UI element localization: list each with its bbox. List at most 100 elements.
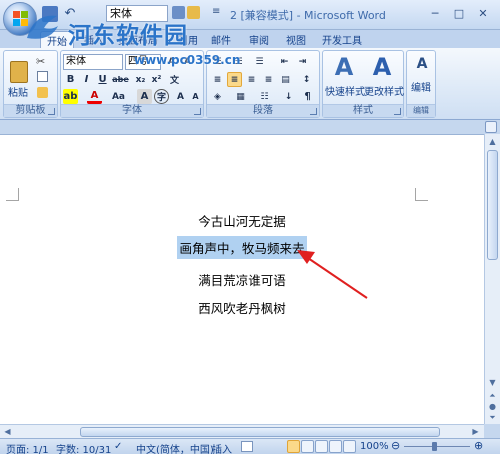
edit-label[interactable]: 编辑 (411, 79, 431, 94)
bold-button[interactable]: B (63, 72, 78, 87)
zoom-in-icon[interactable]: ⊕ (474, 439, 483, 452)
document-line[interactable]: 满目荒凉谁可语 (0, 268, 484, 291)
insert-mode[interactable]: 插入 (212, 441, 232, 454)
scroll-left-icon[interactable]: ◀ (2, 426, 13, 437)
ruler-area (0, 120, 500, 134)
change-case-icon[interactable]: Aa (111, 89, 126, 104)
sort-icon[interactable]: ↓ (281, 89, 296, 104)
multilevel-list-icon[interactable]: ☰ (252, 54, 267, 69)
shrink-font-icon[interactable]: A (188, 89, 203, 104)
outline-view-button[interactable] (329, 440, 342, 453)
paste-icon[interactable] (187, 6, 200, 19)
copy-icon[interactable] (37, 71, 48, 82)
clipboard-launcher[interactable] (48, 108, 55, 115)
font-name-box[interactable]: 宋体 (63, 54, 123, 70)
watermark-logo-icon (27, 15, 58, 39)
scroll-right-icon[interactable]: ▶ (470, 426, 481, 437)
align-right-icon[interactable]: ≡ (244, 72, 259, 87)
paste-label[interactable]: 粘贴 (8, 84, 28, 99)
vertical-scroll-thumb[interactable] (487, 150, 498, 260)
margin-mark-tl (6, 188, 19, 201)
previous-page-icon[interactable]: ⏶ (487, 390, 498, 401)
draft-view-button[interactable] (343, 440, 356, 453)
document-line-selected[interactable]: 画角声中，牧马频来去 (0, 236, 484, 259)
macro-record-icon[interactable] (241, 441, 253, 452)
select-browse-object-icon[interactable]: ● (487, 401, 498, 412)
font-launcher[interactable] (194, 108, 201, 115)
word-count[interactable]: 字数: 10/31 (56, 441, 111, 454)
scroll-down-icon[interactable]: ▼ (487, 377, 498, 388)
paste-big-icon[interactable] (10, 61, 28, 83)
horizontal-scroll-thumb[interactable] (80, 427, 440, 437)
page-count[interactable]: 页面: 1/1 (6, 441, 49, 454)
increase-indent-icon[interactable]: ⇥ (295, 54, 310, 69)
zoom-level[interactable]: 100% (360, 441, 389, 452)
pinyin-button[interactable]: 文 (167, 72, 182, 87)
styles-launcher[interactable] (394, 108, 401, 115)
red-arrow-annotation (297, 250, 368, 299)
styles-group-label: 样式 (323, 104, 403, 117)
change-style-icon[interactable]: A (369, 53, 395, 81)
edit-icon[interactable]: A (409, 53, 435, 81)
superscript-button[interactable]: x² (149, 72, 164, 87)
grow-font-small-icon[interactable]: A (173, 89, 188, 104)
paragraph-launcher[interactable] (310, 108, 317, 115)
watermark-url: www.pc0359.cn (134, 53, 241, 67)
minimize-button[interactable]: ─ (424, 4, 446, 22)
editing-group: A 编辑 编辑 (406, 50, 436, 118)
maximize-button[interactable]: □ (448, 4, 470, 22)
distributed-icon[interactable]: ▤ (278, 72, 293, 87)
close-button[interactable]: ✕ (472, 4, 494, 22)
customize-qat-icon[interactable]: ≡ (212, 6, 220, 17)
zoom-slider-knob[interactable] (432, 442, 437, 451)
margin-mark-tr (415, 188, 428, 201)
tab-view[interactable]: 视图 (280, 31, 312, 48)
window-title: 2 [兼容模式] - Microsoft Word (230, 9, 386, 22)
tab-mailings[interactable]: 邮件 (205, 31, 237, 48)
document-line[interactable]: 西风吹老丹枫树 (0, 296, 484, 319)
enclose-characters-icon[interactable]: 字 (154, 89, 169, 104)
highlight-color-icon[interactable]: ab (63, 89, 78, 104)
zoom-out-icon[interactable]: ⊖ (391, 439, 400, 452)
strikethrough-button[interactable]: abe (112, 72, 129, 87)
subscript-button[interactable]: x₂ (133, 72, 148, 87)
underline-button[interactable]: U (95, 72, 110, 87)
cut-icon[interactable]: ✂ (36, 55, 45, 68)
full-screen-reading-view-button[interactable] (301, 440, 314, 453)
chinese-layout-icon[interactable]: ☷ (257, 89, 272, 104)
quick-style-icon[interactable]: A (331, 53, 357, 81)
decrease-indent-icon[interactable]: ⇤ (277, 54, 292, 69)
line-spacing-icon[interactable]: ↕ (299, 72, 314, 87)
align-left-icon[interactable]: ≡ (210, 72, 225, 87)
justify-icon[interactable]: ≡ (261, 72, 276, 87)
borders-icon[interactable]: ▦ (233, 89, 248, 104)
character-shading-icon[interactable]: A (137, 89, 152, 104)
zoom-slider-track[interactable] (404, 446, 470, 447)
tab-developer[interactable]: 开发工具 (316, 31, 368, 48)
tab-review[interactable]: 审阅 (243, 31, 275, 48)
next-page-icon[interactable]: ⏷ (487, 412, 498, 423)
vertical-scrollbar[interactable]: ▲ ▼ ⏶ ● ⏷ (484, 134, 500, 424)
editing-group-label: 编辑 (407, 104, 435, 117)
print-layout-view-button[interactable] (287, 440, 300, 453)
shading-icon[interactable]: ◈ (210, 89, 225, 104)
web-layout-view-button[interactable] (315, 440, 328, 453)
italic-button[interactable]: I (79, 72, 94, 87)
font-color-icon[interactable]: A (87, 89, 102, 104)
quick-style-label[interactable]: 快速样式 (325, 83, 365, 98)
document-area[interactable]: 今古山河无定据 画角声中，牧马频来去 满目荒凉谁可语 西风吹老丹枫树 (0, 134, 484, 424)
align-center-icon[interactable]: ≡ (227, 72, 242, 87)
font-group-label: 字体 (61, 104, 203, 117)
proofing-icon[interactable]: ✓ (114, 441, 122, 452)
ribbon: 粘贴 ✂ 剪贴板 宋体 四号 A A B I U abe x₂ x² 文 ab … (0, 48, 500, 120)
scroll-up-icon[interactable]: ▲ (487, 136, 498, 147)
show-marks-icon[interactable]: ¶ (300, 89, 315, 104)
document-line[interactable]: 今古山河无定据 (0, 209, 484, 232)
change-style-label[interactable]: 更改样式 (364, 83, 404, 98)
language-indicator[interactable]: 中文(简体，中国) (136, 441, 214, 454)
horizontal-scrollbar[interactable]: ◀ ▶ (0, 424, 484, 438)
format-painter-small-icon[interactable] (37, 87, 48, 98)
view-ruler-button[interactable] (485, 121, 497, 133)
status-bar: 页面: 1/1 字数: 10/31 ✓ 中文(简体，中国) 插入 100% ⊖ … (0, 438, 500, 454)
paragraph-group-label: 段落 (207, 104, 319, 117)
